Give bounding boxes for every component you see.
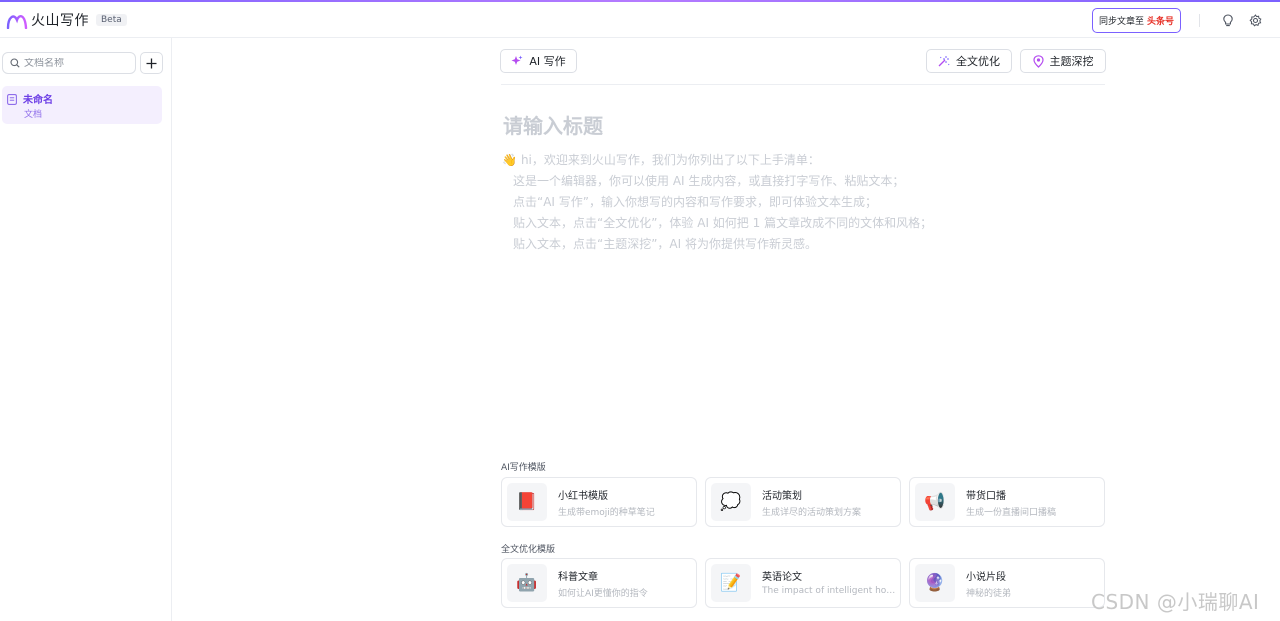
template-description: 生成详尽的活动策划方案 — [762, 508, 862, 518]
template-card[interactable]: 🤖 科普文章 如何让AI更懂你的指令 — [501, 558, 697, 608]
megaphone-icon: 📢 — [915, 483, 955, 521]
template-card[interactable]: 📕 小红书模版 生成带emoji的种草笔记 — [501, 477, 697, 527]
header-divider — [1199, 14, 1200, 27]
sync-label: 同步文章至 — [1098, 17, 1144, 27]
settings-icon[interactable] — [1247, 12, 1263, 28]
template-name: 英语论文 — [762, 572, 802, 583]
watermark: CSDN @小瑞聊AI — [1091, 590, 1260, 614]
template-card[interactable]: 💭 活动策划 生成详尽的活动策划方案 — [705, 477, 901, 527]
intro-line: 点击“AI 写作”，输入你想写的内容和写作要求，即可体验文本生成； — [513, 195, 877, 209]
template-description: 生成一份直播间口播稿 — [966, 508, 1057, 518]
document-item[interactable]: 未命名 文档 — [2, 86, 162, 124]
document-type: 文档 — [24, 110, 43, 120]
memo-icon: 📝 — [711, 564, 751, 602]
beta-badge: Beta — [96, 14, 127, 26]
search-icon — [10, 58, 20, 68]
document-icon — [7, 94, 17, 105]
toolbar-divider — [501, 84, 1105, 85]
location-pin-icon — [1032, 54, 1044, 68]
title-placeholder[interactable]: 请输入标题 — [503, 110, 603, 139]
volcano-logo-icon — [6, 15, 28, 29]
crystal-ball-icon: 🔮 — [915, 564, 955, 602]
template-card[interactable]: 📝 英语论文 The impact of intelligent hou… — [705, 558, 901, 608]
lightbulb-icon[interactable] — [1220, 12, 1236, 28]
template-name: 小红书模版 — [558, 491, 608, 502]
topic-explore-button[interactable]: 主题深挖 — [1020, 49, 1106, 73]
template-name: 科普文章 — [558, 572, 598, 583]
template-card[interactable]: 📢 带货口播 生成一份直播间口播稿 — [909, 477, 1105, 527]
ai-write-button[interactable]: AI 写作 — [500, 49, 577, 73]
intro-line: 这是一个编辑器，你可以使用 AI 生成内容，或直接打字写作、粘贴文本； — [513, 174, 905, 188]
search-input[interactable] — [24, 57, 134, 69]
intro-line: 贴入文本，点击“全文优化”，体验 AI 如何把 1 篇文章改成不同的文体和风格； — [513, 216, 933, 230]
app-logo[interactable]: 火山写作 Beta — [6, 10, 127, 30]
template-card[interactable]: 🔮 小说片段 神秘的徒弟 — [909, 558, 1105, 608]
full-optimize-label: 全文优化 — [956, 55, 1000, 68]
intro-line: 贴入文本，点击“主题深挖”，AI 将为你提供写作新灵感。 — [513, 237, 817, 251]
template-name: 带货口播 — [966, 491, 1006, 502]
template-description: 生成带emoji的种草笔记 — [558, 508, 655, 518]
topic-explore-label: 主题深挖 — [1049, 55, 1094, 68]
speech-bubble-icon: 💭 — [711, 483, 751, 521]
sparkle-icon — [511, 55, 523, 65]
waving-hand-icon: 👋 — [502, 153, 517, 167]
add-document-button[interactable] — [140, 52, 163, 74]
template-description: 神秘的徒弟 — [966, 589, 1012, 599]
document-title: 未命名 — [23, 95, 53, 106]
sync-to-toutiao-button[interactable]: 同步文章至 头条号 — [1092, 8, 1181, 33]
red-book-icon: 📕 — [507, 483, 547, 521]
sync-brand: 头条号 — [1147, 17, 1175, 27]
plus-icon — [146, 58, 157, 68]
template-name: 活动策划 — [762, 491, 802, 502]
app-name: 火山写作 — [31, 13, 89, 29]
template-description: The impact of intelligent hou… — [762, 586, 898, 596]
robot-icon: 🤖 — [507, 564, 547, 602]
full-optimize-button[interactable]: 全文优化 — [926, 49, 1012, 73]
ai-template-section-label: AI写作模版 — [501, 463, 546, 473]
template-name: 小说片段 — [966, 572, 1006, 583]
intro-text[interactable]: 👋 hi，欢迎来到火山写作，我们为你列出了以下上手清单： 这是一个编辑器，你可以使… — [502, 150, 932, 255]
ai-write-label: AI 写作 — [529, 55, 566, 68]
optimize-template-section-label: 全文优化模版 — [501, 545, 556, 555]
magic-wand-icon — [938, 56, 950, 67]
intro-line: hi，欢迎来到火山写作，我们为你列出了以下上手清单： — [520, 153, 820, 167]
template-description: 如何让AI更懂你的指令 — [558, 589, 648, 599]
doc-search[interactable] — [2, 52, 136, 74]
app-header: 火山写作 Beta 同步文章至 头条号 — [0, 2, 1280, 38]
sidebar: 未命名 文档 — [0, 38, 172, 621]
